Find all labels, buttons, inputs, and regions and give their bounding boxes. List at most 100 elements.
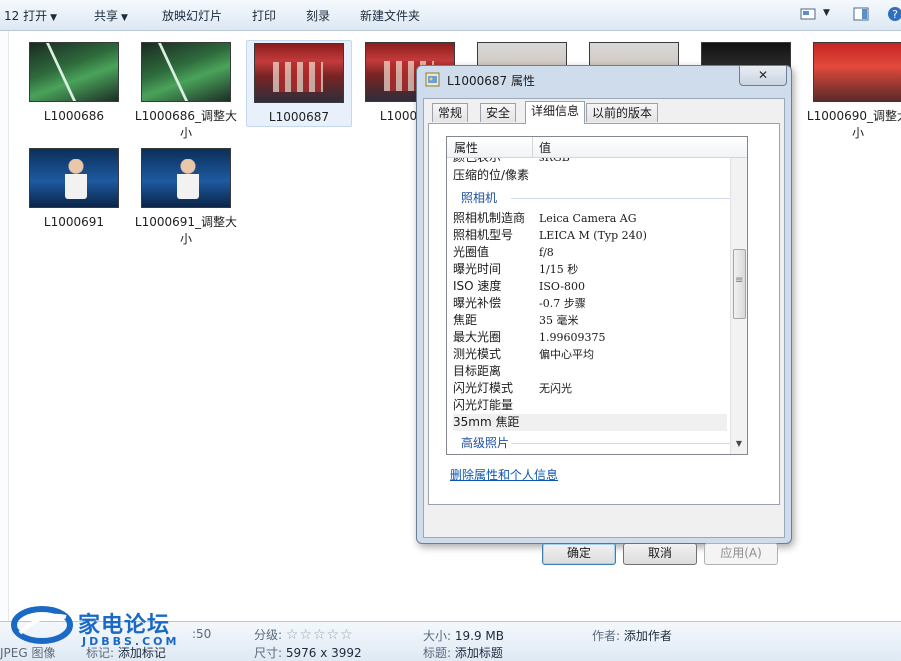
tab-details[interactable]: 详细信息 [525, 101, 586, 124]
file-thumbnail [29, 42, 119, 102]
view-dropdown-icon[interactable]: ▼ [823, 8, 830, 18]
burn-button[interactable]: 刻录 [306, 7, 330, 24]
file-name: L1000690_调整大小 [806, 109, 901, 140]
property-group-header: 高级照片 [453, 435, 733, 452]
apply-button[interactable]: 应用(A) [704, 543, 778, 565]
group-label: 照相机 [461, 191, 498, 205]
properties-dialog: L1000687 属性 ✕ 常规 安全 详细信息 以前的版本 属性 值 颜色表示… [416, 65, 792, 565]
watermark-subtext: JDBBS.COM [82, 635, 180, 648]
close-button[interactable]: ✕ [739, 66, 787, 86]
property-list[interactable]: 属性 值 颜色表示sRGB压缩的位/像素照相机照相机制造商Leica Camer… [446, 136, 748, 455]
tab-general[interactable]: 常规 [432, 103, 469, 122]
file-thumbnail [813, 42, 901, 102]
rating-field[interactable]: 分级: ☆☆☆☆☆ [254, 626, 354, 643]
file-name: L1000691 [43, 215, 105, 229]
view-options-icon[interactable] [800, 6, 816, 22]
dialog-body: 常规 安全 详细信息 以前的版本 属性 值 颜色表示sRGB压缩的位/像素照相机… [423, 98, 785, 565]
group-divider [511, 443, 733, 444]
property-name: 焦距 [453, 313, 478, 327]
column-header-property[interactable]: 属性 [454, 139, 478, 156]
property-value: 1/15 秒 [539, 263, 579, 276]
file-item[interactable]: L1000687 [246, 40, 352, 127]
slideshow-button[interactable]: 放映幻灯片 [162, 7, 222, 24]
svg-text:?: ? [892, 8, 898, 21]
property-value: Leica Camera AG [539, 212, 637, 225]
file-thumbnail [141, 42, 231, 102]
property-row[interactable]: 35mm 焦距 [453, 414, 727, 431]
file-item[interactable]: L1000691_调整大小 [134, 146, 238, 248]
remove-properties-link[interactable]: 删除属性和个人信息 [450, 466, 558, 483]
file-item[interactable]: L1000686_调整大小 [134, 40, 238, 142]
title-field[interactable]: 标题: 添加标题 [423, 644, 503, 661]
property-name: 闪光灯模式 [453, 381, 514, 395]
cancel-button[interactable]: 取消 [623, 543, 697, 565]
column-divider[interactable] [532, 137, 533, 157]
tab-previous-versions[interactable]: 以前的版本 [586, 103, 659, 122]
property-value: ISO-800 [539, 280, 586, 293]
property-name: 光圈值 [453, 245, 490, 259]
open-button[interactable]: 12 打开 ▼ [4, 7, 57, 24]
property-name: ISO 速度 [453, 279, 502, 293]
file-name: L1000686_调整大小 [134, 109, 238, 140]
property-name: 测光模式 [453, 347, 502, 361]
file-thumbnail [141, 148, 231, 208]
property-name: 35mm 焦距 [453, 415, 520, 429]
property-row[interactable]: 目标距离 [453, 363, 727, 380]
property-value: 无闪光 [539, 382, 572, 395]
property-value: LEICA M (Typ 240) [539, 229, 647, 242]
property-name: 最大光圈 [453, 330, 502, 344]
scrollbar-thumb[interactable] [733, 249, 746, 319]
property-value: 35 毫米 [539, 314, 579, 327]
property-row[interactable]: 闪光灯模式 无闪光 [453, 380, 727, 397]
details-panel: 属性 值 颜色表示sRGB压缩的位/像素照相机照相机制造商Leica Camer… [428, 123, 780, 505]
property-row[interactable]: 测光模式 偏中心平均 [453, 346, 727, 363]
property-name: 目标距离 [453, 364, 502, 378]
print-button[interactable]: 打印 [252, 7, 276, 24]
property-value: 1.99609375 [539, 331, 606, 344]
property-name: 照相机制造商 [453, 211, 526, 225]
help-icon[interactable]: ? [887, 6, 901, 22]
property-list-header: 属性 值 [447, 137, 747, 158]
property-row[interactable]: 照相机制造商 Leica Camera AG [453, 210, 727, 227]
property-name: 照相机型号 [453, 228, 514, 242]
property-row[interactable]: 最大光圈 1.99609375 [453, 329, 727, 346]
file-name: L1000691_调整大小 [134, 215, 238, 246]
property-row[interactable]: 闪光灯能量 [453, 397, 727, 414]
new-folder-button[interactable]: 新建文件夹 [360, 7, 420, 24]
file-item[interactable]: L1000691 [22, 146, 126, 231]
ok-button[interactable]: 确定 [542, 543, 616, 565]
forum-logo-icon [11, 606, 73, 644]
property-name: 压缩的位/像素 [453, 168, 530, 182]
property-row[interactable]: 焦距 35 毫米 [453, 312, 727, 329]
property-row[interactable]: 曝光补偿 -0.7 步骤 [453, 295, 727, 312]
scroll-down-icon[interactable]: ▼ [731, 436, 747, 452]
file-item[interactable]: L1000686 [22, 40, 126, 125]
property-name: 曝光补偿 [453, 296, 502, 310]
property-row[interactable]: 光圈值 f/8 [453, 244, 727, 261]
preview-pane-icon[interactable] [853, 6, 869, 22]
size-field: 大小: 19.9 MB [423, 629, 504, 643]
command-bar: 12 打开 ▼ 共享 ▼ 放映幻灯片 打印 刻录 新建文件夹 ▼ ? [0, 0, 901, 31]
chevron-down-icon: ▼ [121, 13, 128, 23]
file-name: L1000686 [43, 109, 105, 123]
rating-stars-icon[interactable]: ☆☆☆☆☆ [286, 627, 354, 643]
file-thumbnail [29, 148, 119, 208]
image-file-icon [425, 72, 440, 87]
file-name: L1000687 [268, 110, 330, 124]
property-row[interactable]: 照相机型号 LEICA M (Typ 240) [453, 227, 727, 244]
property-row[interactable]: 曝光时间 1/15 秒 [453, 261, 727, 278]
property-row[interactable]: ISO 速度 ISO-800 [453, 278, 727, 295]
forum-watermark: 家电论坛 JDBBS.COM [10, 603, 210, 653]
file-item[interactable]: L1000690_调整大小 [806, 40, 901, 142]
property-row[interactable]: 压缩的位/像素 [453, 167, 727, 184]
column-header-value[interactable]: 值 [539, 139, 551, 156]
property-group-header: 照相机 [453, 190, 733, 207]
property-name: 闪光灯能量 [453, 398, 514, 412]
property-list-scrollbar[interactable]: ▲ ▼ [730, 137, 747, 454]
author-field[interactable]: 作者: 添加作者 [592, 627, 672, 644]
tab-security[interactable]: 安全 [480, 103, 517, 122]
dimensions-field: 尺寸: 5976 x 3992 [254, 646, 362, 660]
property-value: -0.7 步骤 [539, 297, 586, 310]
property-value: 偏中心平均 [539, 348, 594, 361]
share-button[interactable]: 共享 ▼ [94, 7, 128, 24]
